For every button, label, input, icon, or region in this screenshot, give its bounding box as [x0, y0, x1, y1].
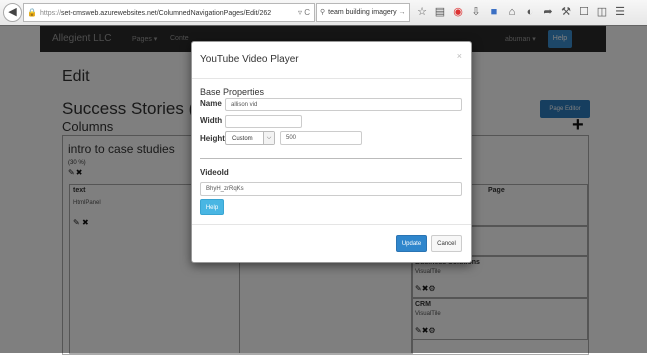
update-button[interactable]: Update — [396, 235, 427, 252]
back-arrow-icon[interactable]: ◀ — [3, 3, 22, 22]
video-id-label: VideoId — [200, 168, 229, 177]
address-bar[interactable]: 🔒 https://set-cmsweb.azurewebsites.net/Co… — [23, 3, 315, 22]
height-input[interactable]: 500 — [280, 131, 362, 145]
chevron-down-icon: ⌵ — [263, 132, 274, 144]
height-label: Height — [200, 134, 225, 143]
download-icon[interactable]: ⇩ — [468, 3, 484, 21]
modal-header: YouTube Video Player × — [192, 42, 471, 79]
clipboard-icon[interactable]: ▤ — [432, 3, 448, 21]
reader-icon[interactable]: ◫ — [594, 3, 610, 21]
help-button[interactable]: Help — [200, 199, 224, 215]
height-mode-select[interactable]: Custom ⌵ — [225, 131, 275, 145]
youtube-player-dialog: YouTube Video Player × Base Properties N… — [191, 41, 472, 263]
width-label: Width — [200, 116, 223, 125]
video-id-input[interactable]: BhyH_zrRqKs — [200, 182, 462, 196]
home-icon[interactable]: ⌂ — [504, 3, 520, 21]
close-icon[interactable]: × — [457, 51, 462, 61]
section-title: Base Properties — [200, 87, 265, 97]
tools-icon[interactable]: ⚒ — [558, 3, 574, 21]
width-input[interactable] — [225, 115, 302, 128]
search-query: team building imagery — [328, 9, 397, 16]
reload-icon[interactable]: ▿ C — [298, 4, 310, 21]
height-mode-value: Custom — [232, 136, 253, 142]
browser-icon-strip: ☆ ▤ ◉ ⇩ ■ ⌂ ◐ ➦ ⚒ ☐ ◫ ☰ — [414, 3, 628, 22]
url-path: set-cmsweb.azurewebsites.net/ColumnedNav… — [61, 10, 272, 17]
extension-icon[interactable]: ■ — [486, 3, 502, 21]
pocket-icon[interactable]: ◉ — [450, 3, 466, 21]
window-icon[interactable]: ☐ — [576, 3, 592, 21]
cancel-button[interactable]: Cancel — [431, 235, 462, 252]
search-go-icon[interactable]: → — [395, 4, 409, 21]
url-scheme: https:// — [40, 10, 62, 17]
menu-icon[interactable]: ☰ — [612, 3, 628, 21]
divider — [200, 158, 462, 159]
name-input[interactable]: allison vid — [225, 98, 462, 111]
search-icon: ⚲ — [320, 9, 326, 16]
chat-icon[interactable]: ◐ — [522, 3, 538, 21]
lock-icon: 🔒 — [27, 8, 37, 17]
browser-toolbar: ◀ 🔒 https://set-cmsweb.azurewebsites.net/… — [0, 0, 647, 26]
modal-footer-divider — [192, 224, 471, 225]
star-icon[interactable]: ☆ — [414, 3, 430, 21]
share-icon[interactable]: ➦ — [540, 3, 556, 21]
name-label: Name — [200, 99, 222, 108]
modal-title: YouTube Video Player — [200, 54, 299, 65]
browser-search-input[interactable]: ⚲ team building imagery → — [316, 3, 410, 22]
